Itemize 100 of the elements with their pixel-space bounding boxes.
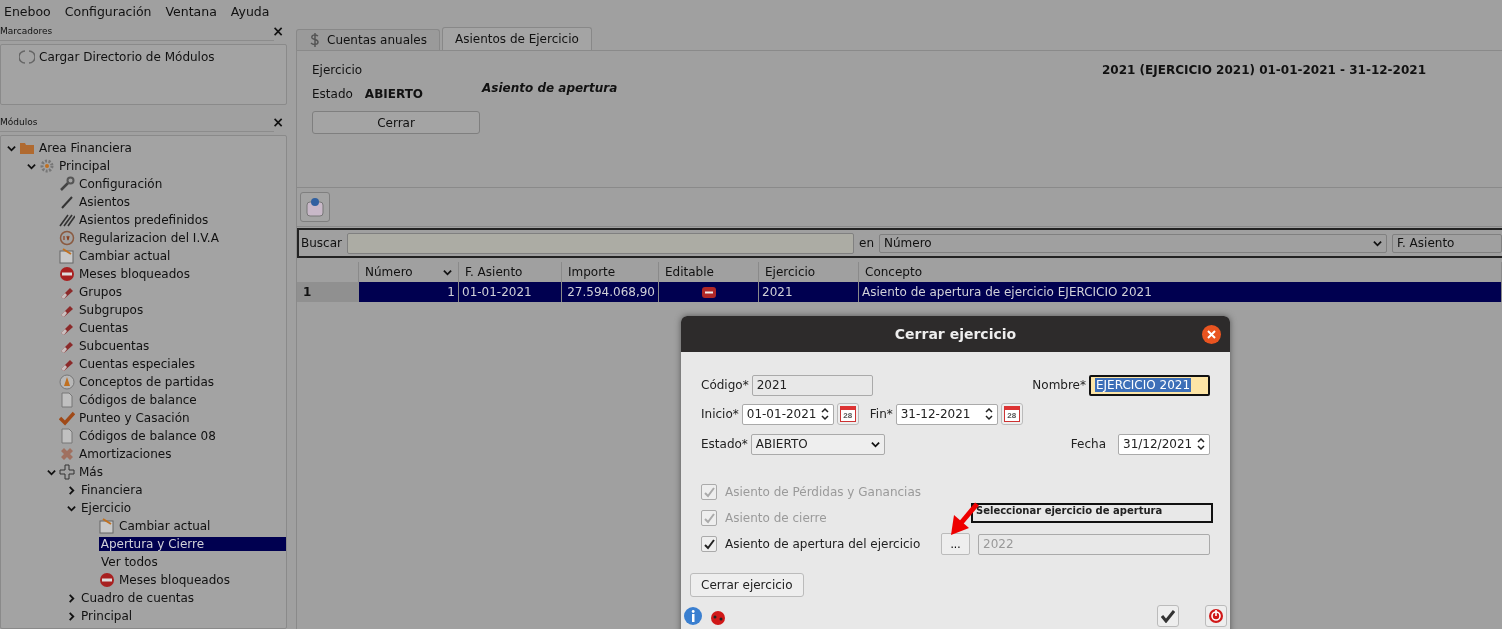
search-field-select[interactable]: Número: [879, 233, 1387, 253]
field-label: Fin*: [869, 407, 893, 421]
view-button[interactable]: [300, 192, 330, 222]
tree-item[interactable]: Principal: [57, 159, 113, 173]
checkmark-icon: [59, 410, 75, 426]
eye-jar-icon: [304, 196, 326, 218]
tree-item[interactable]: Area Financiera: [37, 141, 134, 155]
tax-icon: [59, 230, 75, 246]
calendar-button[interactable]: 28: [836, 403, 859, 425]
code-field[interactable]: 2021: [751, 374, 873, 396]
tree-item[interactable]: Códigos de balance: [77, 393, 199, 407]
panel-title: Módulos: [0, 116, 38, 127]
checkbox[interactable]: [701, 536, 717, 552]
ejercicio-value: 2021 (EJERCICIO 2021) 01-01-2021 - 31-12-2021: [1102, 63, 1426, 77]
dialog-title: Cerrar ejercicio: [894, 326, 1017, 342]
tree-item[interactable]: Regularizacion del I.V.A: [77, 231, 221, 245]
chevron-right-icon[interactable]: [66, 593, 76, 603]
menu-item[interactable]: Configuración: [64, 3, 152, 19]
status-select[interactable]: ABIERTO: [750, 433, 885, 455]
stop-icon: [99, 572, 115, 588]
tree-item[interactable]: Financiera: [79, 483, 145, 497]
chevron-down-icon[interactable]: [443, 267, 452, 277]
row-header[interactable]: 1: [297, 282, 359, 302]
panel-title: Marcadores: [0, 26, 53, 37]
tree-item[interactable]: Grupos: [77, 285, 125, 299]
tree-item[interactable]: Códigos de balance 08: [77, 429, 218, 443]
close-button[interactable]: Cerrar: [312, 111, 480, 134]
end-date-field[interactable]: 31-12-2021: [895, 403, 998, 425]
info-icon[interactable]: [684, 607, 702, 625]
tooltip: Seleccionar ejercicio de apertura: [971, 503, 1213, 523]
tree-item[interactable]: Amortizaciones: [77, 447, 174, 461]
menu-item[interactable]: Ventana: [165, 3, 217, 19]
tree-item[interactable]: Ejercicio: [79, 501, 134, 515]
close-button[interactable]: [1202, 325, 1221, 344]
chevron-right-icon[interactable]: [66, 485, 76, 495]
folder-icon: [19, 140, 35, 156]
loading-icon: [19, 49, 35, 66]
document-icon: [59, 392, 75, 408]
close-icon[interactable]: ×: [272, 23, 284, 40]
compass-icon: [59, 374, 75, 390]
field-label: Ejercicio: [312, 63, 364, 77]
field-label: Estado: [312, 87, 353, 101]
tree-item[interactable]: Más: [77, 465, 105, 479]
start-date-field[interactable]: 01-01-2021: [741, 403, 834, 425]
dollar-icon: [309, 33, 321, 47]
chevron-down-icon[interactable]: [26, 161, 36, 171]
menu-item[interactable]: Ayuda: [230, 3, 270, 19]
accept-button[interactable]: [1157, 605, 1179, 627]
submit-button[interactable]: Cerrar ejercicio: [690, 573, 804, 597]
field-label: Inicio*: [701, 407, 739, 421]
section-title: Asiento de apertura: [482, 81, 619, 97]
tree-item[interactable]: Cuadro de cuentas: [79, 591, 197, 605]
calendar-button[interactable]: 28: [1000, 403, 1023, 425]
spin-arrows-icon[interactable]: [1197, 437, 1205, 451]
chevron-down-icon[interactable]: [1373, 238, 1382, 248]
spin-arrows-icon[interactable]: [984, 407, 993, 421]
field-label: Código*: [701, 378, 749, 392]
checkbox-label: Asiento de cierre: [725, 511, 827, 525]
order-select[interactable]: F. Asiento: [1392, 233, 1502, 253]
table-cell: 01-01-2021: [459, 282, 562, 302]
tree-item[interactable]: Ver todos: [99, 555, 160, 569]
tree-item[interactable]: Conceptos de partidas: [77, 375, 217, 389]
chevron-down-icon[interactable]: [66, 503, 76, 513]
tree-item[interactable]: Meses bloqueados: [117, 573, 232, 587]
tree-item[interactable]: Punteo y Casación: [77, 411, 192, 425]
tab[interactable]: Asientos de Ejercicio: [442, 27, 592, 50]
cancel-button[interactable]: [1205, 605, 1227, 627]
bookmark-item[interactable]: Cargar Directorio de Módulos: [37, 50, 217, 65]
search-label: Buscar: [301, 236, 342, 250]
table-cell: 1: [359, 282, 459, 302]
tree-item[interactable]: Asientos predefinidos: [77, 213, 211, 227]
checkbox-label: Asiento de Pérdidas y Ganancias: [725, 485, 922, 499]
chevron-down-icon[interactable]: [46, 467, 56, 477]
calendar-icon: [59, 248, 75, 264]
checkbox-label: Asiento de apertura del ejercicio: [725, 537, 921, 551]
spin-arrows-icon[interactable]: [820, 407, 829, 421]
tree-item[interactable]: Cambiar actual: [77, 249, 173, 263]
chevron-down-icon[interactable]: [870, 439, 880, 449]
tree-item[interactable]: Asientos: [77, 195, 133, 209]
tree-item[interactable]: Cuentas: [77, 321, 131, 335]
chevron-down-icon[interactable]: [6, 143, 16, 153]
chevron-right-icon[interactable]: [66, 611, 76, 621]
table-cell: 2021: [759, 282, 859, 302]
menu-item[interactable]: Eneboo: [4, 3, 51, 19]
tree-item[interactable]: Cuentas especiales: [77, 357, 197, 371]
power-icon: [1208, 608, 1224, 624]
tree-item[interactable]: Configuración: [77, 177, 165, 191]
date-field[interactable]: 31/12/2021: [1118, 433, 1210, 455]
tab[interactable]: Cuentas anuales: [296, 29, 440, 50]
tree-item[interactable]: Apertura y Cierre: [98, 537, 286, 551]
tree-item[interactable]: Meses bloqueados: [77, 267, 192, 281]
pick-button[interactable]: ...: [941, 533, 970, 555]
search-in-label: en: [859, 236, 874, 250]
name-field[interactable]: EJERCICIO 2021: [1089, 374, 1210, 396]
tree-item[interactable]: Principal: [79, 609, 135, 623]
close-icon[interactable]: ×: [272, 113, 284, 130]
search-field[interactable]: [347, 232, 854, 254]
tree-item[interactable]: Subcuentas: [77, 339, 152, 353]
tree-item[interactable]: Cambiar actual: [117, 519, 213, 533]
tree-item[interactable]: Subgrupos: [77, 303, 146, 317]
